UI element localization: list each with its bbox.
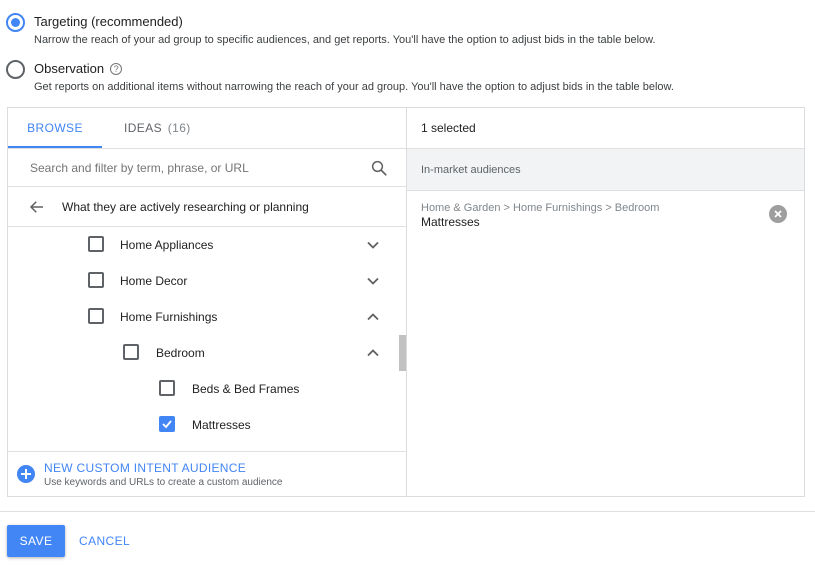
selected-group-header: In-market audiences [407, 149, 804, 191]
plus-circle-icon [17, 465, 35, 483]
observation-radio[interactable] [6, 60, 25, 79]
help-circle-icon[interactable]: ? [110, 63, 123, 75]
new-custom-intent-button[interactable]: NEW CUSTOM INTENT AUDIENCE Use keywords … [8, 451, 406, 496]
observation-label-row: Observation ? [34, 60, 674, 78]
checkbox[interactable] [88, 272, 104, 288]
category-label: Home Decor [120, 274, 188, 288]
tab-ideas-label: IDEAS [124, 121, 163, 135]
observation-label: Observation [34, 61, 105, 76]
tab-bar: BROWSE IDEAS (16) [8, 108, 406, 149]
category-label: Mattresses [192, 418, 251, 432]
remove-circle-icon[interactable] [769, 205, 787, 223]
search-input[interactable] [8, 149, 358, 186]
arrow-left-icon[interactable] [28, 198, 46, 216]
search-icon[interactable] [370, 159, 388, 177]
tab-ideas[interactable]: IDEAS (16) [124, 108, 191, 148]
category-label: Bedroom [156, 346, 205, 360]
category-list: Home Appliances Home Decor Home Furnishi… [8, 227, 406, 452]
audience-panel: BROWSE IDEAS (16) What they are actively… [7, 107, 805, 497]
checkbox[interactable] [159, 380, 175, 396]
list-item: Home Furnishings [8, 299, 406, 335]
checkbox-checked[interactable] [159, 416, 175, 432]
category-label: Home Furnishings [120, 310, 218, 324]
list-item: Mattresses [8, 407, 406, 443]
checkbox[interactable] [88, 308, 104, 324]
observation-description: Get reports on additional items without … [34, 81, 674, 93]
browse-pane: BROWSE IDEAS (16) What they are actively… [8, 108, 407, 496]
footer-divider [0, 511, 815, 512]
targeting-option[interactable]: Targeting (recommended) Narrow the reach… [6, 13, 656, 47]
selected-count: 1 selected [407, 108, 804, 149]
search-bar [8, 149, 406, 187]
category-back-row[interactable]: What they are actively researching or pl… [8, 187, 406, 227]
selected-item: Home & Garden > Home Furnishings > Bedro… [407, 191, 804, 239]
list-scrollbar[interactable] [399, 335, 406, 371]
chevron-up-icon[interactable] [366, 310, 380, 324]
list-item: Bedroom [8, 335, 406, 371]
targeting-description: Narrow the reach of your ad group to spe… [34, 34, 656, 46]
observation-option[interactable]: Observation ? Get reports on additional … [6, 60, 674, 94]
selected-item-name: Mattresses [421, 215, 480, 229]
category-label: Home Appliances [120, 238, 214, 252]
category-label: Beds & Bed Frames [192, 382, 300, 396]
list-item: Beds & Bed Frames [8, 371, 406, 407]
selected-pane: 1 selected In-market audiences Home & Ga… [407, 108, 804, 496]
selected-item-path: Home & Garden > Home Furnishings > Bedro… [421, 202, 660, 214]
checkmark-icon [162, 420, 172, 429]
targeting-label: Targeting (recommended) [34, 14, 183, 29]
tab-browse[interactable]: BROWSE [8, 108, 102, 148]
chevron-up-icon[interactable] [366, 346, 380, 360]
chevron-down-icon[interactable] [366, 274, 380, 288]
save-button[interactable]: SAVE [7, 525, 65, 557]
custom-intent-title: NEW CUSTOM INTENT AUDIENCE [44, 461, 247, 475]
tab-ideas-count: (16) [167, 121, 191, 135]
category-path-label: What they are actively researching or pl… [62, 200, 309, 214]
list-item: Home Decor [8, 263, 406, 299]
checkbox[interactable] [123, 344, 139, 360]
targeting-radio[interactable] [6, 13, 25, 32]
list-item: Home Appliances [8, 227, 406, 263]
chevron-down-icon[interactable] [366, 238, 380, 252]
cancel-button[interactable]: CANCEL [70, 525, 139, 557]
custom-intent-subtitle: Use keywords and URLs to create a custom… [44, 477, 283, 488]
checkbox[interactable] [88, 236, 104, 252]
